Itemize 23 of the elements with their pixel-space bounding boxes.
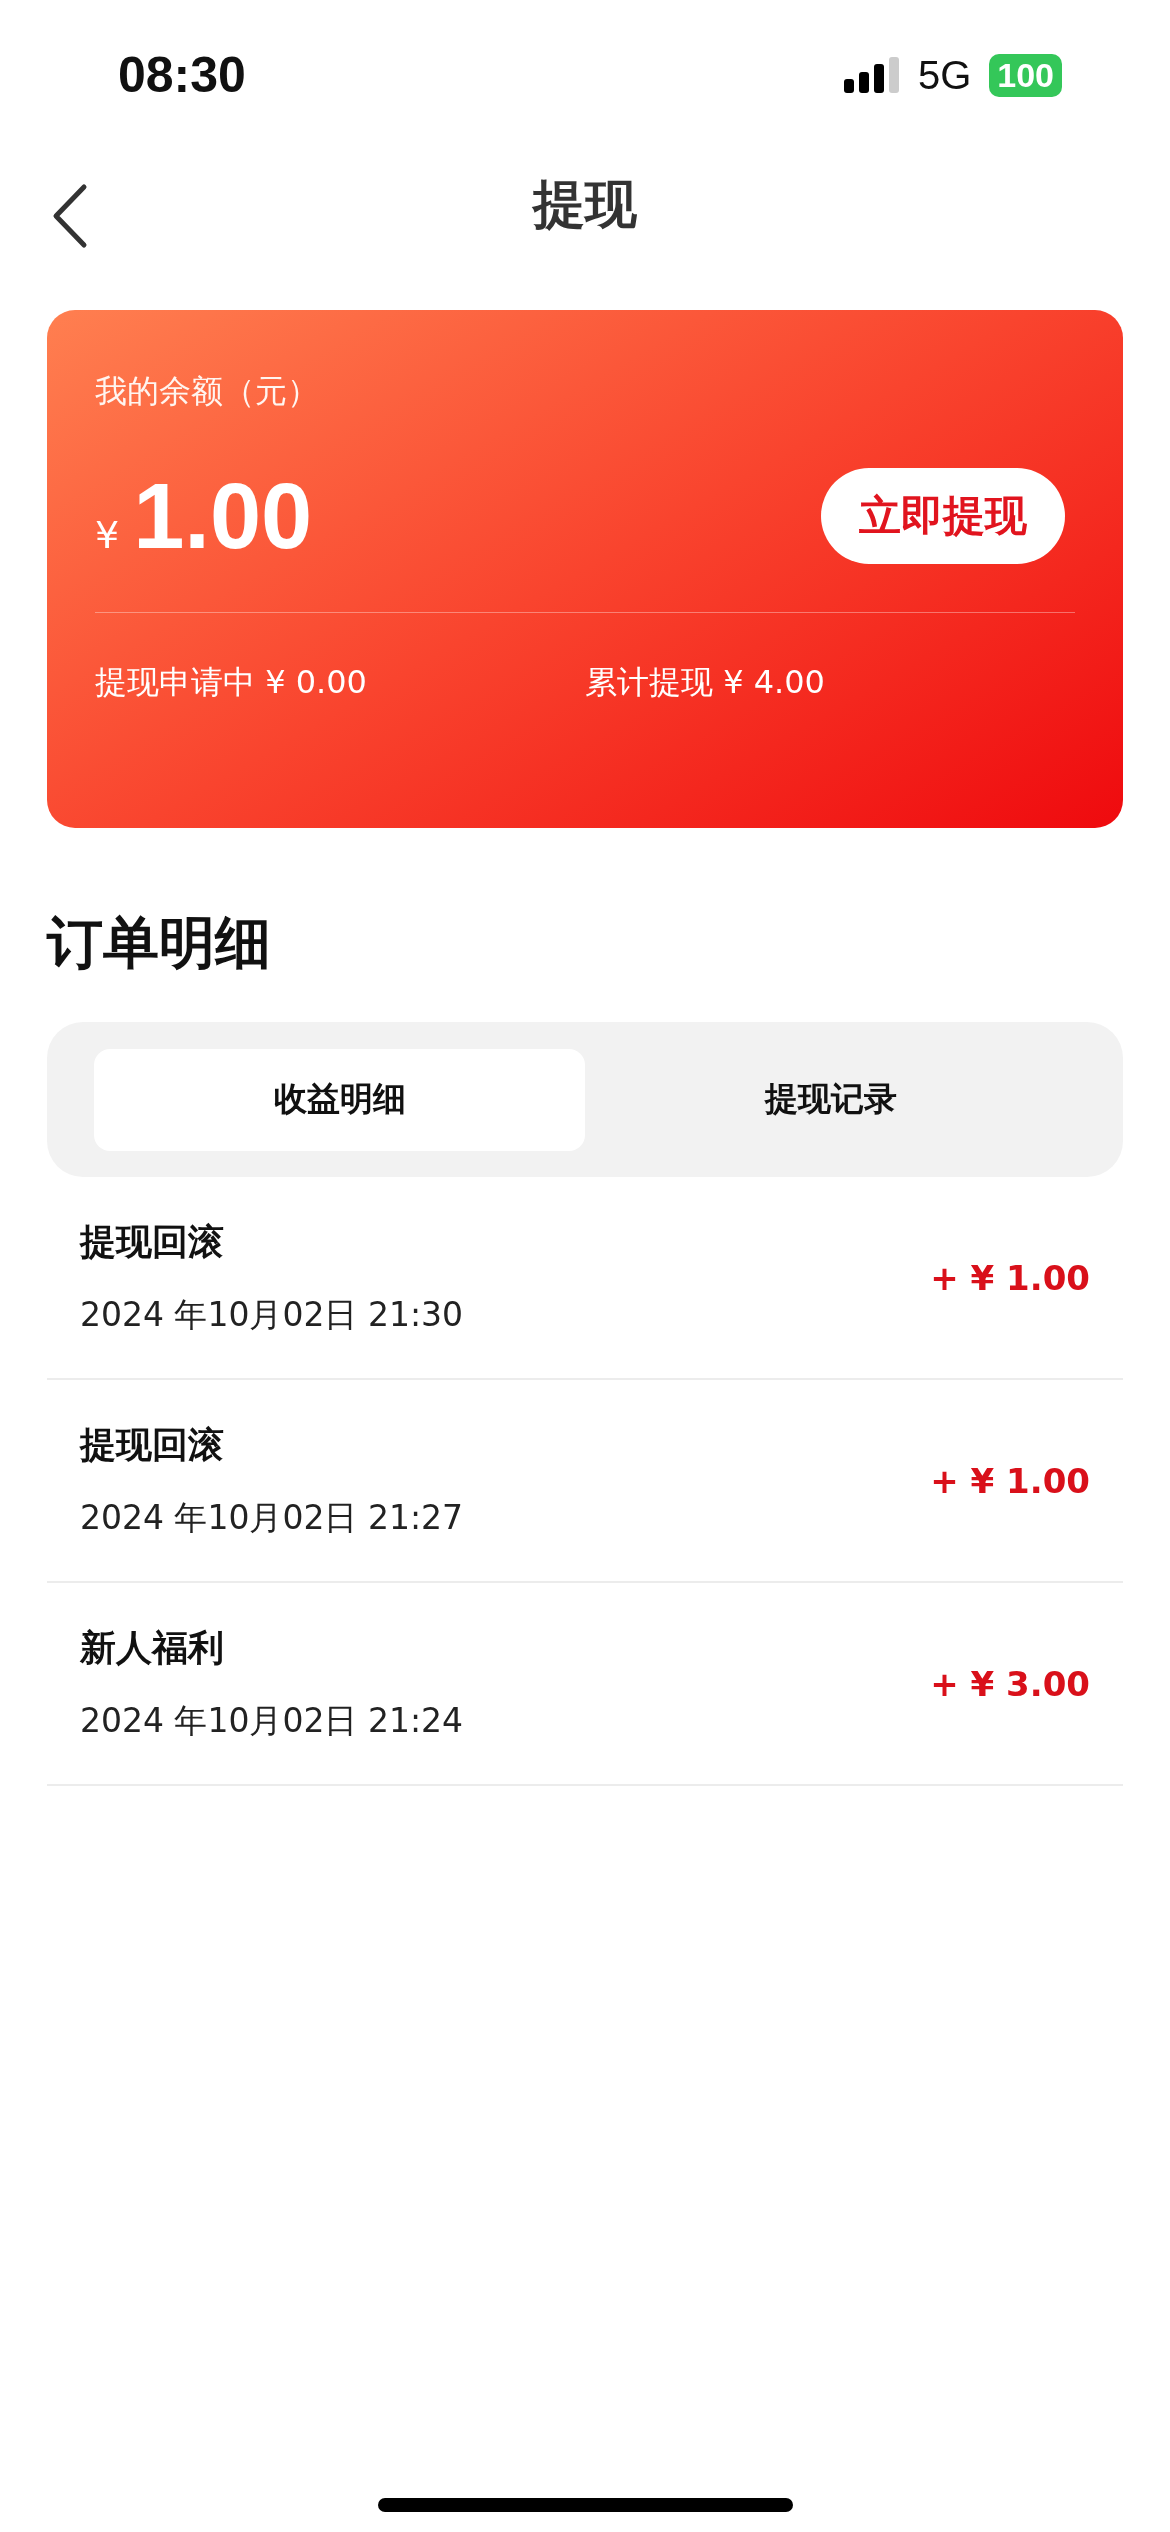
battery-level: 100 xyxy=(989,53,1062,97)
record-time: 2024 年10月02日 21:30 xyxy=(80,1293,464,1336)
currency-symbol: ¥ xyxy=(95,512,120,557)
record-amount: + ¥ 1.00 xyxy=(930,1257,1090,1298)
record-title: 提现回滚 xyxy=(80,1422,225,1467)
network-label: 5G xyxy=(917,52,972,98)
record-time: 2024 年10月02日 21:24 xyxy=(80,1699,464,1742)
record-amount: + ¥ 1.00 xyxy=(930,1460,1090,1501)
record-time: 2024 年10月02日 21:27 xyxy=(80,1496,464,1539)
withdraw-button[interactable]: 立即提现 xyxy=(821,468,1065,564)
record-amount: + ¥ 3.00 xyxy=(930,1663,1090,1704)
total-withdrawn: 累计提现 ¥ 4.00 xyxy=(585,662,826,703)
record-title: 新人福利 xyxy=(80,1625,225,1670)
tab[interactable]: 提现记录 xyxy=(585,1048,1076,1151)
balance-label: 我的余额（元） xyxy=(95,371,320,412)
page-title: 提现 xyxy=(533,173,637,236)
record-title: 提现回滚 xyxy=(80,1219,225,1264)
balance-amount: 1.00 xyxy=(133,463,313,569)
signal-icon xyxy=(843,57,900,93)
tab[interactable]: 收益明细 xyxy=(94,1048,585,1151)
pending-amount: 提现申请中 ¥ 0.00 xyxy=(95,662,368,703)
section-title: 订单明细 xyxy=(47,909,272,977)
status-time: 08:30 xyxy=(118,46,246,104)
